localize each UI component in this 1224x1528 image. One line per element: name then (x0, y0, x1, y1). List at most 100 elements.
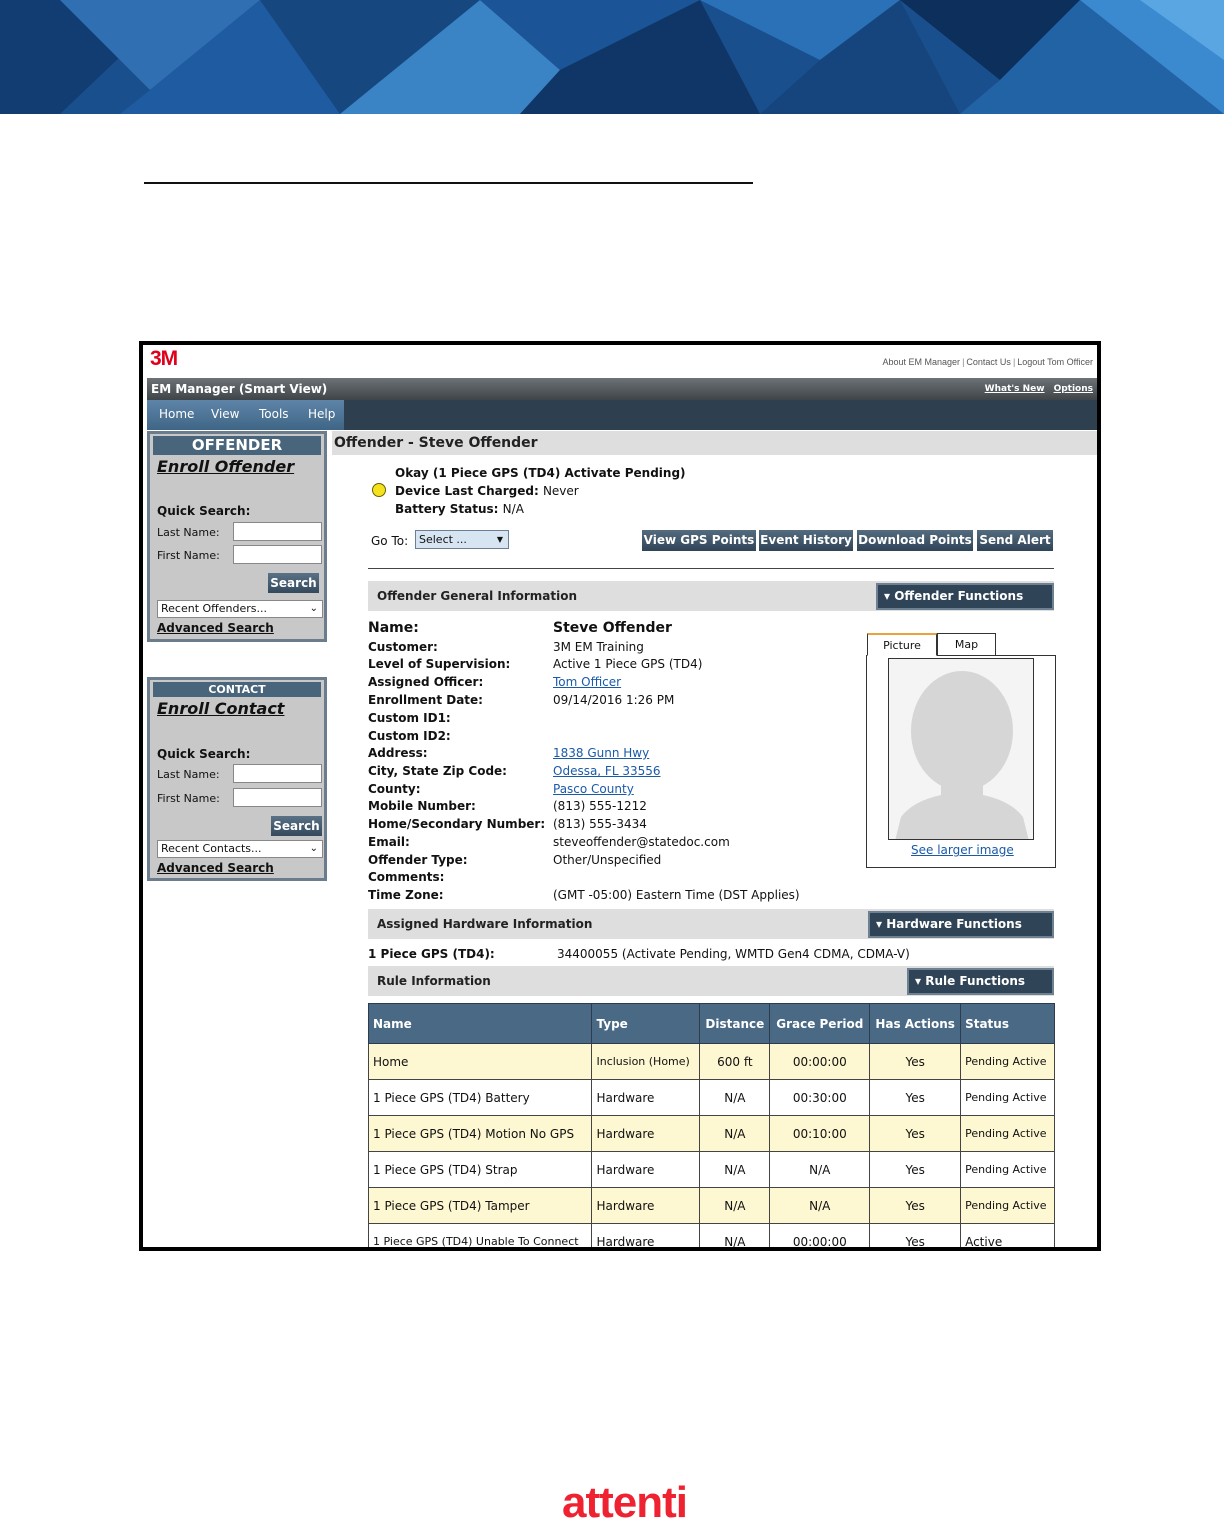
offender-search-button[interactable]: Search (268, 573, 319, 593)
column-header[interactable]: Has Actions (869, 1003, 962, 1044)
menu-view[interactable]: View (211, 407, 239, 421)
contact-us-link[interactable]: Contact Us (966, 357, 1011, 367)
rule-info-title: Rule Information (377, 974, 491, 988)
contact-first-name-input[interactable] (233, 788, 322, 807)
email-value: steveoffender@statedoc.com (553, 835, 730, 849)
field-label: County: (368, 782, 421, 796)
general-info-title: Offender General Information (377, 589, 578, 603)
field-label: Custom ID2: (368, 729, 451, 743)
rule-has-actions: Yes (869, 1223, 962, 1247)
rule-name: 1 Piece GPS (TD4) Battery (367, 1079, 593, 1116)
rules-table: Name Type Distance Grace Period Has Acti… (367, 1003, 1055, 1247)
menu-home[interactable]: Home (159, 407, 194, 421)
menu-help[interactable]: Help (308, 407, 335, 421)
recent-offenders-value: Recent Offenders... (161, 602, 267, 615)
rule-distance: N/A (699, 1079, 771, 1116)
rule-functions-label: Rule Functions (925, 974, 1026, 988)
offender-quick-search-label: Quick Search: (157, 504, 251, 518)
field-label: Customer: (368, 640, 438, 654)
rule-status: Pending Active (960, 1043, 1055, 1080)
offender-last-name-label: Last Name: (157, 526, 220, 539)
offender-functions-button[interactable]: ▾ Offender Functions (876, 583, 1054, 610)
city-state-zip-link[interactable]: Odessa, FL 33556 (553, 764, 661, 778)
chevron-down-icon: ⌄ (309, 843, 318, 854)
column-header[interactable]: Type (591, 1003, 701, 1044)
field-label: City, State Zip Code: (368, 764, 507, 778)
offender-first-name-label: First Name: (157, 549, 220, 562)
menu-tools[interactable]: Tools (259, 407, 289, 421)
contact-quick-search-label: Quick Search: (157, 747, 251, 761)
rule-status: Pending Active (960, 1187, 1055, 1224)
contact-first-name-label: First Name: (157, 792, 220, 805)
column-header[interactable]: Status (960, 1003, 1055, 1044)
offender-panel: OFFENDER Enroll Offender Quick Search: L… (147, 431, 327, 642)
tab-map[interactable]: Map (937, 633, 996, 656)
hardware-functions-button[interactable]: ▾ Hardware Functions (868, 911, 1054, 938)
logout-link[interactable]: Logout Tom Officer (1017, 357, 1093, 367)
column-header[interactable]: Name (367, 1003, 593, 1044)
dropdown-arrow-icon: ▾ (915, 974, 922, 988)
table-row[interactable]: 1 Piece GPS (TD4) Tamper Hardware N/A N/… (367, 1187, 1055, 1224)
field-label: Level of Supervision: (368, 657, 511, 671)
rule-distance: 600 ft (699, 1043, 771, 1080)
device-status: Okay (1 Piece GPS (TD4) Activate Pending… (395, 466, 686, 480)
about-link[interactable]: About EM Manager (883, 357, 961, 367)
menu-bar: Home View Tools Help (147, 400, 1097, 430)
rule-type: Hardware (591, 1151, 701, 1188)
download-points-button[interactable]: Download Points (857, 530, 973, 551)
dropdown-arrow-icon: ▾ (884, 589, 891, 603)
rule-grace-period: N/A (769, 1151, 871, 1188)
whats-new-link[interactable]: What's New (985, 384, 1045, 394)
rule-has-actions: Yes (869, 1187, 962, 1224)
screenshot-frame: 3M About EM Manager | Contact Us | Logout To… (139, 341, 1101, 1251)
top-strip: 3M About EM Manager | Contact Us | Logout To… (143, 345, 1097, 376)
rule-has-actions: Yes (869, 1151, 962, 1188)
contact-last-name-input[interactable] (233, 764, 322, 783)
rule-functions-button[interactable]: ▾ Rule Functions (907, 968, 1054, 995)
rule-grace-period: 00:10:00 (769, 1115, 871, 1152)
rule-grace-period: 00:00:00 (769, 1043, 871, 1080)
county-link[interactable]: Pasco County (553, 782, 634, 796)
contact-header: CONTACT (153, 682, 321, 697)
offender-first-name-input[interactable] (233, 545, 322, 564)
rule-distance: N/A (699, 1115, 771, 1152)
tab-picture[interactable]: Picture (867, 633, 937, 656)
goto-select[interactable]: Select ... ▼ (415, 530, 509, 549)
column-header[interactable]: Distance (699, 1003, 771, 1044)
rule-name: 1 Piece GPS (TD4) Tamper (367, 1187, 593, 1224)
rule-status: Pending Active (960, 1079, 1055, 1116)
rule-type: Hardware (591, 1223, 701, 1247)
rule-has-actions: Yes (869, 1043, 962, 1080)
offender-advanced-search-link[interactable]: Advanced Search (157, 621, 274, 635)
table-row[interactable]: Home Inclusion (Home) 600 ft 00:00:00 Ye… (367, 1043, 1055, 1080)
column-header[interactable]: Grace Period (769, 1003, 871, 1044)
last-charged-label: Device Last Charged: (395, 484, 539, 498)
send-alert-button[interactable]: Send Alert (977, 530, 1053, 551)
event-history-button[interactable]: Event History (759, 530, 853, 551)
offender-last-name-input[interactable] (233, 522, 322, 541)
recent-offenders-select[interactable]: Recent Offenders... ⌄ (157, 600, 323, 618)
enroll-contact-link[interactable]: Enroll Contact (157, 699, 324, 718)
enroll-offender-link[interactable]: Enroll Offender (157, 457, 324, 476)
table-header-row: Name Type Distance Grace Period Has Acti… (367, 1003, 1055, 1044)
dropdown-arrow-icon: ▾ (876, 917, 883, 931)
contact-search-button[interactable]: Search (271, 816, 322, 836)
last-charged: Device Last Charged: Never (395, 484, 579, 498)
address-link[interactable]: 1838 Gunn Hwy (553, 746, 649, 760)
table-row[interactable]: 1 Piece GPS (TD4) Unable To Connect Hard… (367, 1223, 1055, 1247)
options-link[interactable]: Options (1054, 384, 1093, 394)
3m-logo: 3M (150, 347, 178, 370)
offender-photo (888, 658, 1034, 840)
contact-advanced-search-link[interactable]: Advanced Search (157, 861, 274, 875)
table-row[interactable]: 1 Piece GPS (TD4) Battery Hardware N/A 0… (367, 1079, 1055, 1116)
rule-status: Pending Active (960, 1151, 1055, 1188)
divider (368, 568, 1054, 569)
table-row[interactable]: 1 Piece GPS (TD4) Strap Hardware N/A N/A… (367, 1151, 1055, 1188)
see-larger-image-link[interactable]: See larger image (911, 843, 1014, 857)
table-row[interactable]: 1 Piece GPS (TD4) Motion No GPS Hardware… (367, 1115, 1055, 1152)
view-gps-points-button[interactable]: View GPS Points (642, 530, 756, 551)
recent-contacts-select[interactable]: Recent Contacts... ⌄ (157, 840, 323, 858)
assigned-officer-link[interactable]: Tom Officer (553, 675, 621, 689)
rule-distance: N/A (699, 1187, 771, 1224)
em-manager-app: 3M About EM Manager | Contact Us | Logout To… (143, 345, 1097, 1247)
